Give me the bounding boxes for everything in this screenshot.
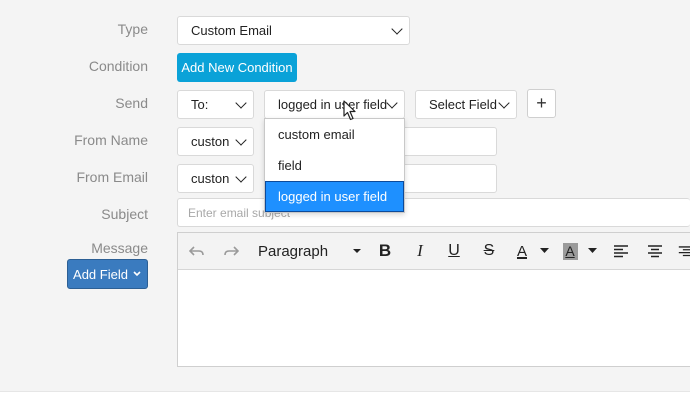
message-editor: Paragraph B I U S A A bbox=[177, 232, 690, 367]
from-email-select[interactable]: custon bbox=[177, 164, 254, 193]
chevron-down-icon bbox=[235, 170, 247, 183]
block-format-select[interactable]: Paragraph bbox=[258, 233, 366, 269]
from-name-label: From Name bbox=[74, 132, 148, 148]
add-recipient-button[interactable]: + bbox=[527, 89, 556, 118]
block-format-value: Paragraph bbox=[258, 242, 329, 260]
align-left-icon[interactable] bbox=[610, 233, 632, 269]
subject-input[interactable] bbox=[177, 198, 690, 227]
page-footer bbox=[0, 391, 690, 412]
dropdown-option-field[interactable]: field bbox=[265, 150, 404, 181]
condition-label: Condition bbox=[88, 58, 148, 74]
chevron-down-icon bbox=[391, 22, 403, 35]
dropdown-option-custom-email[interactable]: custom email bbox=[265, 119, 404, 150]
text-color-button[interactable]: A bbox=[511, 233, 533, 269]
recipient-dropdown: custom email field logged in user field bbox=[264, 118, 405, 213]
align-right-icon[interactable] bbox=[678, 233, 690, 269]
caret-down-icon bbox=[353, 249, 361, 253]
chevron-down-icon bbox=[498, 96, 510, 109]
underline-button[interactable]: U bbox=[443, 233, 465, 269]
editor-content-area[interactable] bbox=[178, 270, 690, 366]
from-email-select-value: custon bbox=[191, 171, 230, 186]
recipient-value: logged in user field bbox=[278, 97, 388, 112]
field-select[interactable]: Select Field bbox=[415, 90, 517, 119]
caret-down-icon[interactable] bbox=[540, 248, 549, 254]
editor-toolbar: Paragraph B I U S A A bbox=[178, 233, 690, 270]
message-label: Message bbox=[91, 240, 148, 256]
send-label: Send bbox=[115, 95, 148, 111]
bold-button[interactable]: B bbox=[374, 233, 396, 269]
add-condition-button[interactable]: Add New Condition bbox=[177, 53, 297, 82]
type-select[interactable]: Custom Email bbox=[177, 16, 410, 45]
from-name-select-value: custon bbox=[191, 134, 230, 149]
from-email-label: From Email bbox=[76, 169, 148, 185]
send-to-select[interactable]: To: bbox=[177, 90, 254, 119]
mouse-cursor-icon bbox=[343, 100, 356, 121]
field-select-value: Select Field bbox=[429, 97, 497, 112]
align-center-icon[interactable] bbox=[644, 233, 666, 269]
chevron-down-icon bbox=[386, 96, 398, 109]
subject-label: Subject bbox=[101, 206, 148, 222]
add-field-label: Add Field bbox=[73, 266, 128, 282]
type-label: Type bbox=[117, 21, 148, 37]
recipient-select[interactable]: logged in user field bbox=[264, 90, 405, 119]
add-field-button[interactable]: Add Field bbox=[67, 259, 148, 289]
email-settings-panel: Type Condition Send From Name From Email… bbox=[0, 0, 690, 391]
italic-button[interactable]: I bbox=[409, 233, 431, 269]
chevron-down-icon bbox=[235, 133, 247, 146]
dropdown-option-logged-in-user-field[interactable]: logged in user field bbox=[265, 181, 404, 212]
strikethrough-button[interactable]: S bbox=[478, 233, 500, 269]
from-name-select[interactable]: custon bbox=[177, 127, 254, 156]
redo-icon[interactable] bbox=[220, 233, 242, 269]
undo-icon[interactable] bbox=[186, 233, 208, 269]
send-to-value: To: bbox=[191, 97, 209, 112]
plus-icon: + bbox=[536, 93, 547, 113]
chevron-down-icon bbox=[235, 96, 247, 109]
caret-down-icon[interactable] bbox=[588, 248, 597, 254]
background-color-button[interactable]: A bbox=[559, 233, 581, 269]
type-select-value: Custom Email bbox=[191, 23, 272, 38]
chevron-down-icon bbox=[133, 271, 141, 277]
